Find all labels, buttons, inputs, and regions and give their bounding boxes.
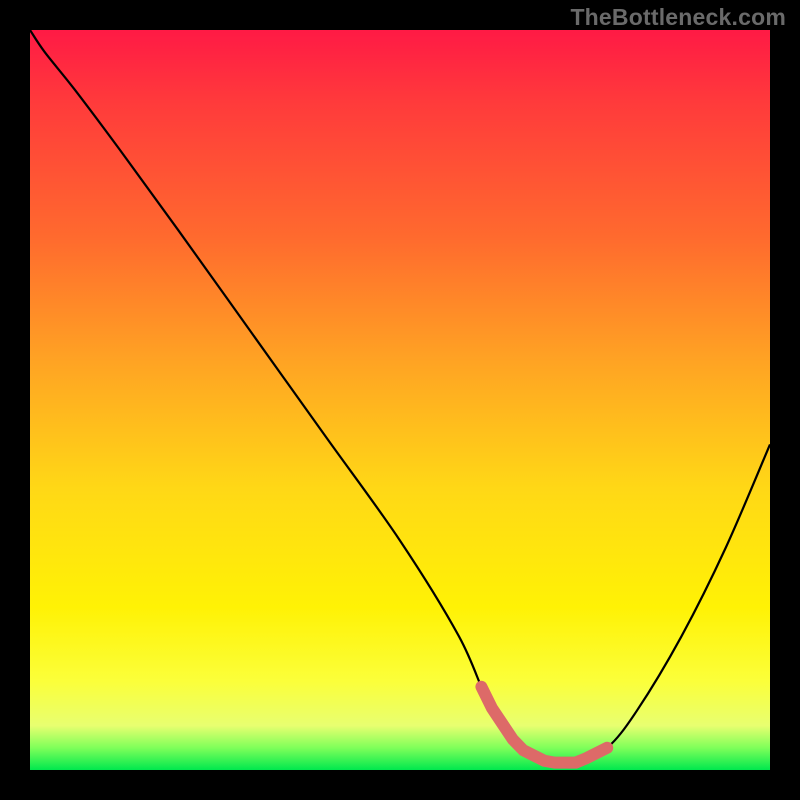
plot-area [30,30,770,770]
watermark-text: TheBottleneck.com [570,4,786,31]
bottleneck-curve-path [30,30,770,764]
highlight-segment [481,687,607,763]
curve-layer [30,30,770,770]
chart-frame: TheBottleneck.com [0,0,800,800]
